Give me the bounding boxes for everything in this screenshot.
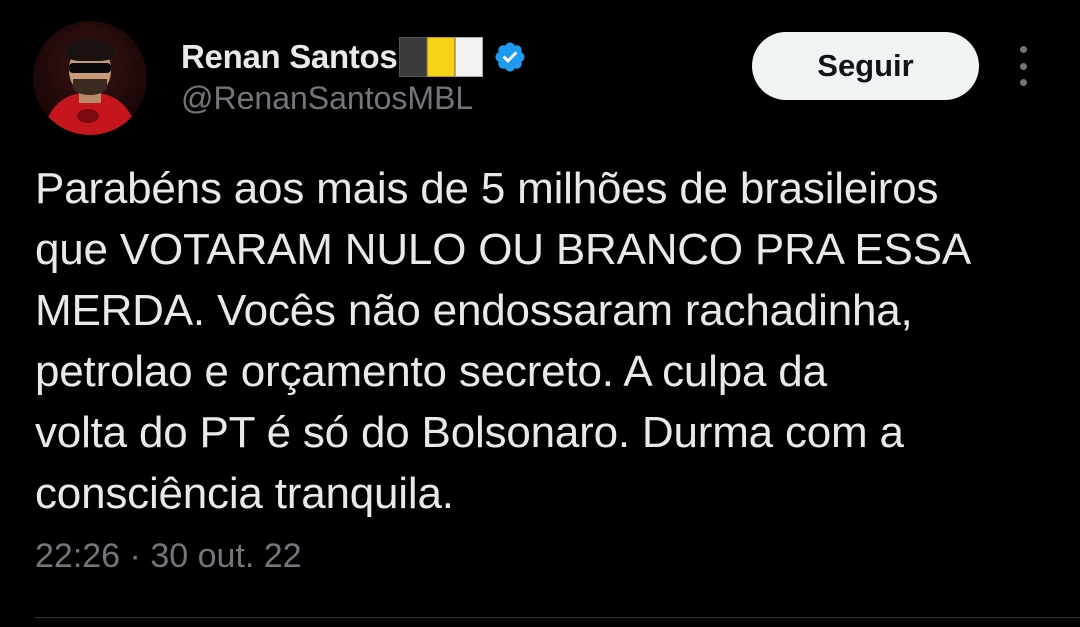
tweet-meta: 22:26 · 30 out. 22 [35, 537, 302, 576]
tweet-text-line: MERDA. Vocês não endossaram rachadinha, [35, 286, 913, 335]
avatar[interactable] [33, 21, 147, 135]
more-dot [1019, 79, 1027, 86]
author-name-row: Renan Santos [181, 35, 527, 79]
author-handle[interactable]: @RenanSantosMBL [181, 80, 473, 117]
tweet-time[interactable]: 22:26 [35, 537, 120, 575]
flag-stripe-white [455, 37, 484, 77]
tweet-text-line: petrolao e orçamento secreto. A culpa da [35, 347, 827, 396]
verified-badge-icon [495, 42, 525, 72]
avatar-sunglasses [69, 63, 111, 73]
more-dot [1019, 62, 1027, 70]
divider [35, 617, 1080, 618]
author-display-name[interactable]: Renan Santos [181, 38, 398, 76]
avatar-hair [66, 39, 114, 61]
avatar-shirt-logo [77, 109, 99, 123]
meta-separator: · [129, 537, 141, 575]
more-dot [1019, 46, 1027, 53]
flag-stripe-yellow [427, 37, 456, 77]
tweet-text-line: que VOTARAM NULO OU BRANCO PRA ESSA [35, 225, 971, 274]
more-options-icon[interactable] [1010, 46, 1036, 86]
tweet-date[interactable]: 30 out. 22 [150, 537, 301, 575]
tweet-text-line: consciência tranquila. [35, 469, 454, 518]
flag-emoji-icon [399, 37, 484, 77]
tweet-text-line: Parabéns aos mais de 5 milhões de brasil… [35, 164, 939, 213]
tweet-text: Parabéns aos mais de 5 milhões de brasil… [35, 158, 1045, 524]
follow-button[interactable]: Seguir [752, 32, 979, 100]
flag-stripe-dark [399, 37, 428, 77]
avatar-beard [73, 79, 107, 95]
tweet-text-line: volta do PT é só do Bolsonaro. Durma com… [35, 408, 904, 457]
